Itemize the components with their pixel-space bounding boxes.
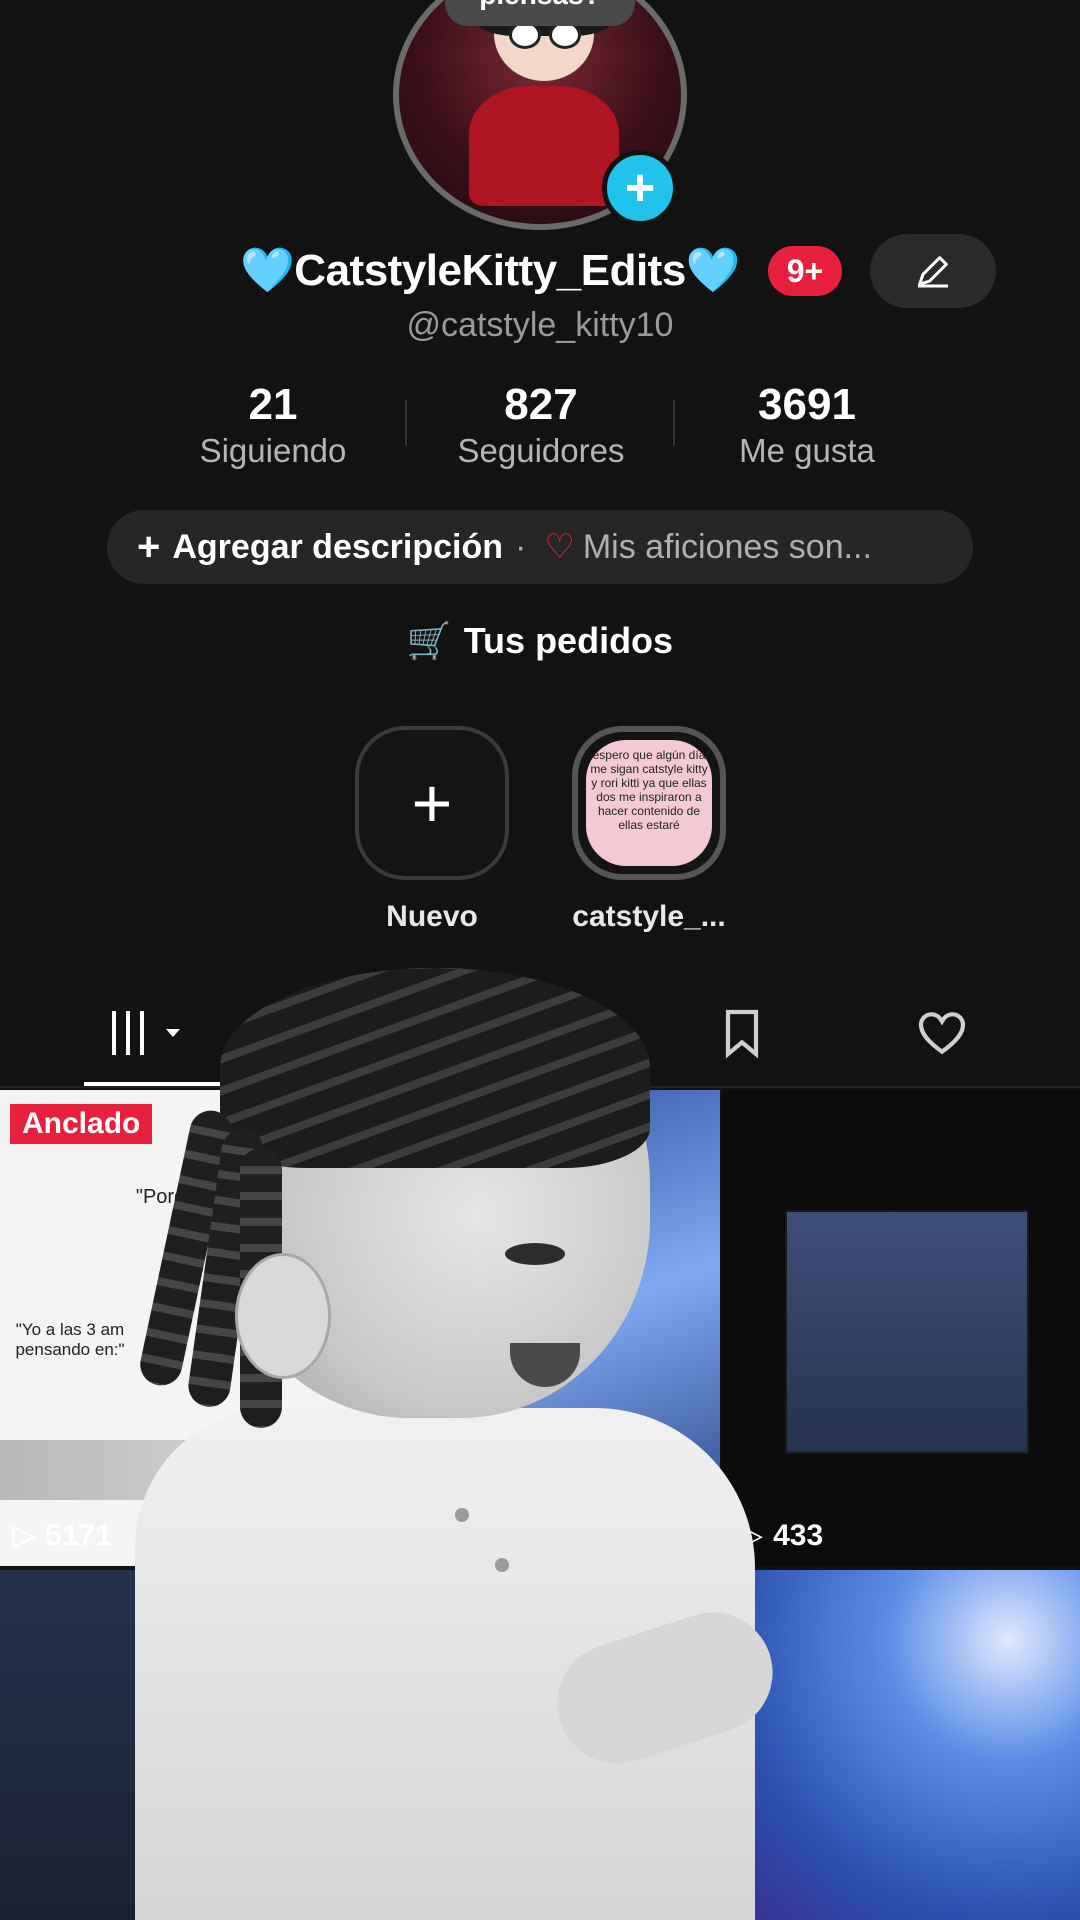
video-thumbnail[interactable] (722, 1570, 1080, 1920)
heart-icon (918, 1012, 966, 1055)
hobbies-label: Mis aficiones son... (582, 527, 872, 566)
play-icon: ▷ (12, 1519, 36, 1552)
notification-badge[interactable]: 9+ (768, 246, 842, 296)
meme-caption: "Yo a las 3 am pensando en:" (15, 1320, 125, 1359)
cyan-heart-icon: 🩵 (240, 246, 295, 295)
avatar-note-bubble[interactable]: piensas? (445, 0, 635, 26)
baby-eye (505, 1243, 565, 1265)
edit-profile-button[interactable] (870, 234, 996, 308)
stat-likes[interactable]: 3691 Me gusta (677, 380, 937, 470)
profile-name-row: 🩵CatstyleKitty_Edits🩵 9+ (0, 234, 1080, 308)
shirt-button (455, 1508, 469, 1522)
heart-outline-icon: ♡ (544, 528, 575, 566)
orders-link[interactable]: 🛒 Tus pedidos (0, 620, 1080, 662)
add-avatar-button[interactable]: + (602, 150, 678, 226)
stat-label: Siguiendo (199, 432, 347, 469)
display-name-text: CatstyleKitty_Edits (294, 246, 686, 295)
highlight-label-story: catstyle_... (572, 900, 726, 933)
cart-icon: 🛒 (406, 620, 452, 661)
stat-label: Me gusta (739, 432, 875, 469)
stat-followers[interactable]: 827 Seguidores (411, 380, 671, 470)
orders-label: Tus pedidos (463, 620, 674, 661)
plus-icon: + (411, 764, 453, 842)
thumbnail-art (785, 1210, 1029, 1454)
stat-divider (673, 400, 675, 446)
story-highlight-thumbnail: espero que algún día me sigan catstyle k… (586, 740, 712, 866)
plus-icon: + (137, 524, 161, 569)
avatar-art-body (469, 86, 619, 206)
pencil-icon (918, 256, 948, 288)
stat-following[interactable]: 21 Siguiendo (143, 380, 403, 470)
stat-value: 827 (504, 380, 578, 429)
view-count-text: 433 (773, 1518, 824, 1552)
view-count: ▷ 5171 (12, 1518, 112, 1553)
cyan-heart-icon: 🩵 (685, 246, 741, 295)
stat-divider (405, 400, 407, 446)
new-highlight-button[interactable]: + (355, 726, 509, 880)
stat-value: 3691 (758, 380, 856, 429)
separator: · (515, 527, 527, 566)
stat-label: Seguidores (457, 432, 625, 469)
display-name: 🩵CatstyleKitty_Edits🩵 (240, 244, 741, 296)
stat-value: 21 (248, 380, 298, 429)
tab-liked[interactable] (914, 1005, 970, 1073)
avatar-note-text: piensas? (479, 0, 600, 10)
add-description-pill[interactable]: + Agregar descripción · ♡ Mis aficiones … (107, 510, 973, 584)
shirt-button (495, 1558, 509, 1572)
baby-ear (235, 1253, 331, 1379)
baby-photo-overlay (125, 968, 789, 1920)
view-count-text: 5171 (45, 1518, 112, 1552)
baby-hair (220, 968, 650, 1168)
username: @catstyle_kitty10 (406, 306, 674, 344)
plus-icon: + (624, 159, 656, 217)
highlight-label-new: Nuevo (386, 900, 478, 933)
add-description-label: Agregar descripción (172, 527, 504, 566)
story-highlight[interactable]: espero que algún día me sigan catstyle k… (572, 726, 726, 880)
